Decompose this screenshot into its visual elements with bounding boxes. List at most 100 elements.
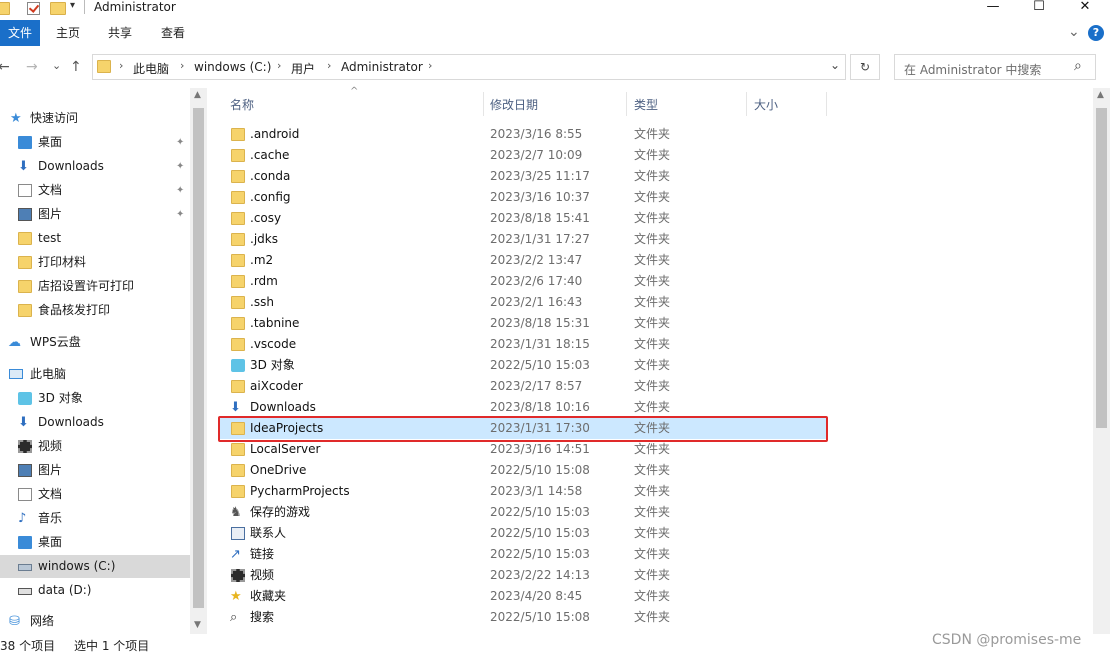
list-scroll-up-icon[interactable]: ▲ xyxy=(1097,90,1104,100)
new-folder-icon[interactable] xyxy=(50,2,66,15)
file-row[interactable]: 联系人 2022/5/10 15:03 文件夹 xyxy=(220,523,826,544)
nav-this-pc[interactable]: 此电脑 xyxy=(0,363,190,386)
breadcrumb-separator[interactable]: › xyxy=(277,59,281,72)
file-row[interactable]: .conda 2023/3/25 11:17 文件夹 xyxy=(220,166,826,187)
file-row[interactable]: 视频 2023/2/22 14:13 文件夹 xyxy=(220,565,826,586)
column-header-name[interactable]: 名称 xyxy=(230,96,254,114)
nav-wps-cloud[interactable]: ☁ WPS云盘 xyxy=(0,331,190,354)
column-divider[interactable] xyxy=(826,92,827,116)
close-button[interactable]: ✕ xyxy=(1062,0,1108,18)
nav-pane-scroll-thumb[interactable] xyxy=(193,108,204,608)
file-row[interactable]: .rdm 2023/2/6 17:40 文件夹 xyxy=(220,271,826,292)
file-row[interactable]: .cosy 2023/8/18 15:41 文件夹 xyxy=(220,208,826,229)
pictures-icon xyxy=(18,464,32,477)
nav-pc-item[interactable]: 桌面 xyxy=(0,531,190,554)
help-icon[interactable]: ? xyxy=(1088,25,1104,41)
tab-home[interactable]: 主页 xyxy=(48,20,88,46)
breadcrumb-separator[interactable]: › xyxy=(180,59,184,72)
nav-quick-access[interactable]: ★ 快速访问 xyxy=(0,107,190,130)
file-row[interactable]: .config 2023/3/16 10:37 文件夹 xyxy=(220,187,826,208)
search-icon[interactable]: ⌕ xyxy=(1074,58,1082,74)
file-name: 收藏夹 xyxy=(250,589,287,603)
nav-quick-item[interactable]: 食品核发打印 xyxy=(0,299,190,322)
column-divider[interactable] xyxy=(626,92,627,116)
folder-icon xyxy=(231,485,245,498)
folder-icon xyxy=(231,254,245,267)
nav-pc-item[interactable]: ⬇ Downloads xyxy=(0,411,190,434)
minimize-button[interactable]: — xyxy=(970,0,1016,18)
download-icon: ⬇ xyxy=(230,400,241,415)
nav-pc-item[interactable]: 图片 xyxy=(0,459,190,482)
breadcrumb-separator[interactable]: › xyxy=(327,59,331,72)
quick-access-folder-icon[interactable] xyxy=(0,2,10,15)
file-date: 2023/2/17 8:57 xyxy=(490,379,583,393)
nav-quick-item[interactable]: 打印材料 xyxy=(0,251,190,274)
nav-pc-item[interactable]: 3D 对象 xyxy=(0,387,190,410)
address-dropdown-icon[interactable]: ⌄ xyxy=(830,58,840,72)
nav-quick-item[interactable]: test xyxy=(0,227,190,250)
file-row[interactable]: ♞ 保存的游戏 2022/5/10 15:03 文件夹 xyxy=(220,502,826,523)
nav-scroll-up-icon[interactable]: ▲ xyxy=(194,90,201,100)
tab-file[interactable]: 文件 xyxy=(0,20,40,46)
nav-network[interactable]: ⛁ 网络 xyxy=(0,610,190,633)
column-header-type[interactable]: 类型 xyxy=(634,96,658,114)
file-name: .rdm xyxy=(250,274,278,288)
forward-arrow-icon[interactable]: → xyxy=(26,56,38,78)
nav-quick-item[interactable]: 桌面 ✦ xyxy=(0,131,190,154)
file-row[interactable]: .m2 2023/2/2 13:47 文件夹 xyxy=(220,250,826,271)
column-header-date[interactable]: 修改日期 xyxy=(490,96,538,114)
file-row[interactable]: LocalServer 2023/3/16 14:51 文件夹 xyxy=(220,439,826,460)
file-type: 文件夹 xyxy=(634,610,671,624)
pin-icon[interactable]: ✦ xyxy=(176,155,184,178)
file-row[interactable]: .tabnine 2023/8/18 15:31 文件夹 xyxy=(220,313,826,334)
breadcrumb-users[interactable]: 用户 xyxy=(291,60,315,77)
breadcrumb-this-pc[interactable]: 此电脑 xyxy=(133,60,169,77)
breadcrumb-separator[interactable]: › xyxy=(428,59,432,72)
nav-pc-item[interactable]: 文档 xyxy=(0,483,190,506)
breadcrumb-drive-c[interactable]: windows (C:) xyxy=(194,60,271,74)
nav-pc-item[interactable]: ♪ 音乐 xyxy=(0,507,190,530)
breadcrumb-administrator[interactable]: Administrator xyxy=(341,60,423,74)
file-row[interactable]: ★ 收藏夹 2023/4/20 8:45 文件夹 xyxy=(220,586,826,607)
pin-icon[interactable]: ✦ xyxy=(176,131,184,154)
breadcrumb-separator[interactable]: › xyxy=(119,59,123,72)
pin-icon[interactable]: ✦ xyxy=(176,179,184,202)
file-row[interactable]: ↗ 链接 2022/5/10 15:03 文件夹 xyxy=(220,544,826,565)
back-arrow-icon[interactable]: ← xyxy=(0,56,10,78)
file-row[interactable]: .vscode 2023/1/31 18:15 文件夹 xyxy=(220,334,826,355)
customize-toolbar-dropdown-icon[interactable]: ▾ xyxy=(70,0,75,11)
refresh-button[interactable]: ↻ xyxy=(850,54,880,80)
file-row[interactable]: ⌕ 搜索 2022/5/10 15:08 文件夹 xyxy=(220,607,826,628)
tab-share[interactable]: 共享 xyxy=(100,20,140,46)
file-row[interactable]: PycharmProjects 2023/3/1 14:58 文件夹 xyxy=(220,481,826,502)
nav-pc-item[interactable]: data (D:) xyxy=(0,579,190,602)
file-list-scroll-thumb[interactable] xyxy=(1096,108,1107,428)
nav-quick-item[interactable]: 文档 ✦ xyxy=(0,179,190,202)
nav-pc-item[interactable]: 视频 xyxy=(0,435,190,458)
nav-scroll-down-icon[interactable]: ▼ xyxy=(194,620,201,630)
column-header-size[interactable]: 大小 xyxy=(754,96,778,114)
properties-check-icon[interactable] xyxy=(27,2,40,15)
file-row[interactable]: ⬇ Downloads 2023/8/18 10:16 文件夹 xyxy=(220,397,826,418)
file-row[interactable]: aiXcoder 2023/2/17 8:57 文件夹 xyxy=(220,376,826,397)
file-row[interactable]: 3D 对象 2022/5/10 15:03 文件夹 xyxy=(220,355,826,376)
column-divider[interactable] xyxy=(746,92,747,116)
file-row[interactable]: .cache 2023/2/7 10:09 文件夹 xyxy=(220,145,826,166)
file-row[interactable]: .ssh 2023/2/1 16:43 文件夹 xyxy=(220,292,826,313)
nav-quick-item[interactable]: 图片 ✦ xyxy=(0,203,190,226)
column-divider[interactable] xyxy=(483,92,484,116)
maximize-button[interactable]: ☐ xyxy=(1016,0,1062,18)
pin-icon[interactable]: ✦ xyxy=(176,203,184,226)
tab-view[interactable]: 查看 xyxy=(153,20,193,46)
nav-pc-item[interactable]: windows (C:) xyxy=(0,555,190,578)
file-row[interactable]: .jdks 2023/1/31 17:27 文件夹 xyxy=(220,229,826,250)
ribbon-expand-icon[interactable]: ⌄ xyxy=(1068,24,1080,40)
recent-locations-icon[interactable]: ⌄ xyxy=(52,55,61,77)
nav-quick-item[interactable]: ⬇ Downloads ✦ xyxy=(0,155,190,178)
file-row[interactable]: .android 2023/3/16 8:55 文件夹 xyxy=(220,124,826,145)
file-row[interactable]: OneDrive 2022/5/10 15:08 文件夹 xyxy=(220,460,826,481)
up-arrow-icon[interactable]: ↑ xyxy=(70,56,82,78)
file-date: 2023/1/31 18:15 xyxy=(490,337,590,351)
folder-icon xyxy=(18,304,32,317)
nav-quick-item[interactable]: 店招设置许可打印 xyxy=(0,275,190,298)
